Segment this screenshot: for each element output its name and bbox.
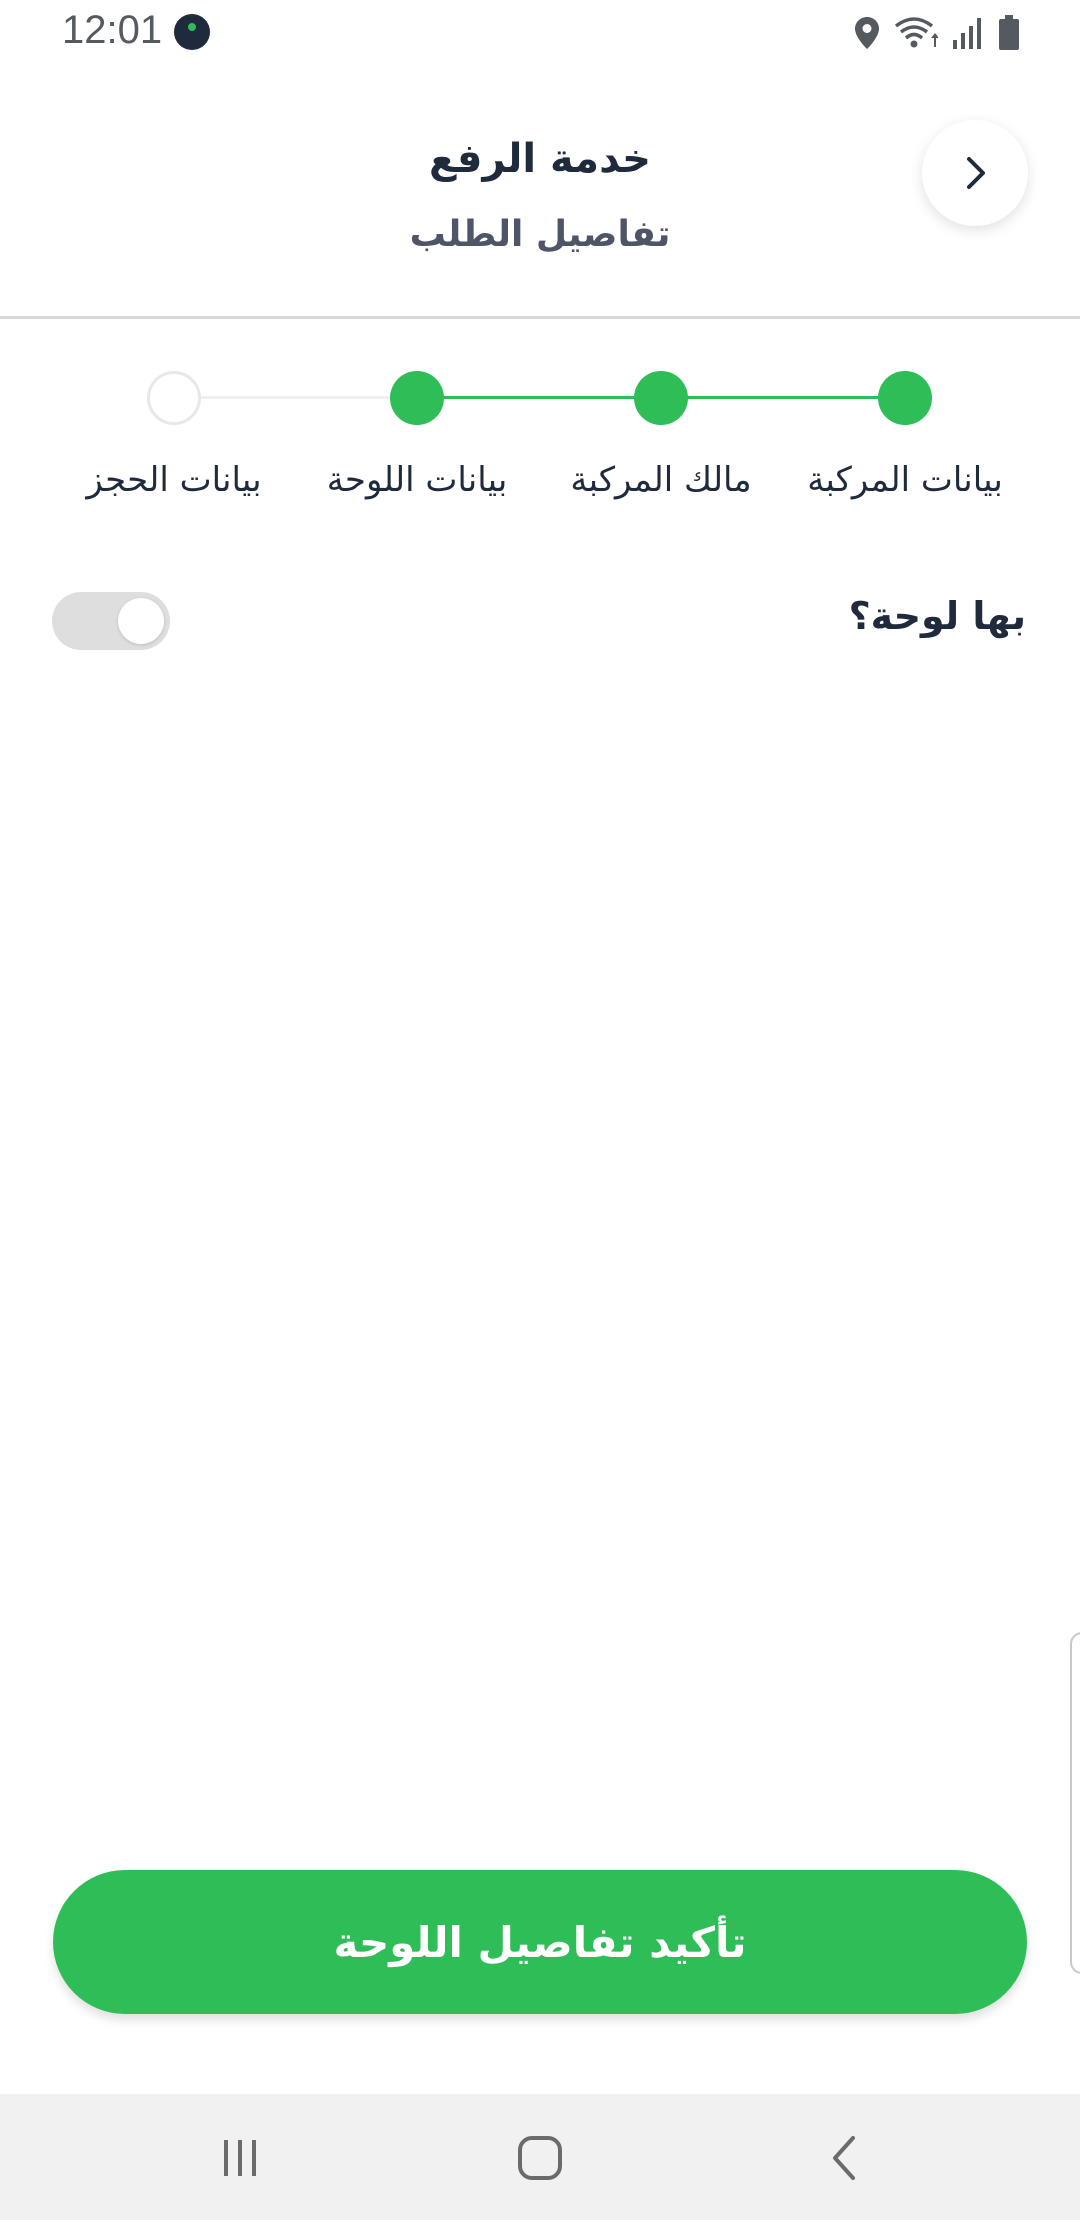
has-plate-row: بها لوحة؟ (0, 580, 1080, 660)
edge-panel-handle[interactable] (1070, 1632, 1080, 1974)
page-subtitle: تفاصيل الطلب (409, 214, 671, 255)
chevron-right-icon (967, 157, 985, 189)
confirm-plate-details-button[interactable]: تأكيد تفاصيل اللوحة (53, 1870, 1027, 2014)
wifi-icon (894, 16, 938, 50)
step-connector (174, 396, 419, 399)
has-plate-label: بها لوحة؟ (848, 594, 1026, 638)
status-icons (854, 14, 1020, 52)
step-label-booking-data: بيانات الحجز (86, 460, 262, 500)
header-divider (0, 316, 1080, 319)
step-connector (660, 396, 905, 399)
status-time: 12:01 (62, 8, 163, 52)
back-icon (833, 2136, 855, 2180)
step-indicator-vehicle-owner (634, 371, 688, 425)
back-button[interactable] (922, 120, 1028, 226)
step-label-plate-data: بيانات اللوحة (326, 460, 508, 500)
toggle-knob (118, 598, 164, 644)
recent-apps-icon (224, 2140, 256, 2176)
step-connector (417, 396, 662, 399)
system-back-button[interactable] (805, 2128, 885, 2188)
header: خدمة الرفع تفاصيل الطلب (0, 66, 1080, 316)
step-indicator-plate-data (390, 371, 444, 425)
navigation-bar (0, 2094, 1080, 2220)
step-label-vehicle-data: بيانات المركبة (807, 460, 1003, 500)
app-notification-icon (174, 14, 210, 50)
signal-icon (952, 16, 984, 50)
page-title: خدمة الرفع (428, 136, 651, 182)
step-indicator-booking-data (147, 371, 201, 425)
battery-icon (998, 15, 1020, 51)
status-bar: 12:01 (0, 0, 1080, 66)
has-plate-toggle[interactable] (52, 592, 170, 650)
progress-stepper: بيانات المركبة مالك المركبة بيانات اللوح… (0, 360, 1080, 520)
screen: 12:01 خدمة الرفع تفاصيل الطلب بيانات الم… (0, 0, 1080, 2220)
step-label-vehicle-owner: مالك المركبة (570, 460, 752, 500)
location-icon (854, 16, 880, 50)
home-button[interactable] (500, 2128, 580, 2188)
step-indicator-vehicle-data (878, 371, 932, 425)
recent-apps-button[interactable] (200, 2128, 280, 2188)
home-icon (518, 2136, 562, 2180)
confirm-button-label: تأكيد تفاصيل اللوحة (333, 1917, 747, 1967)
